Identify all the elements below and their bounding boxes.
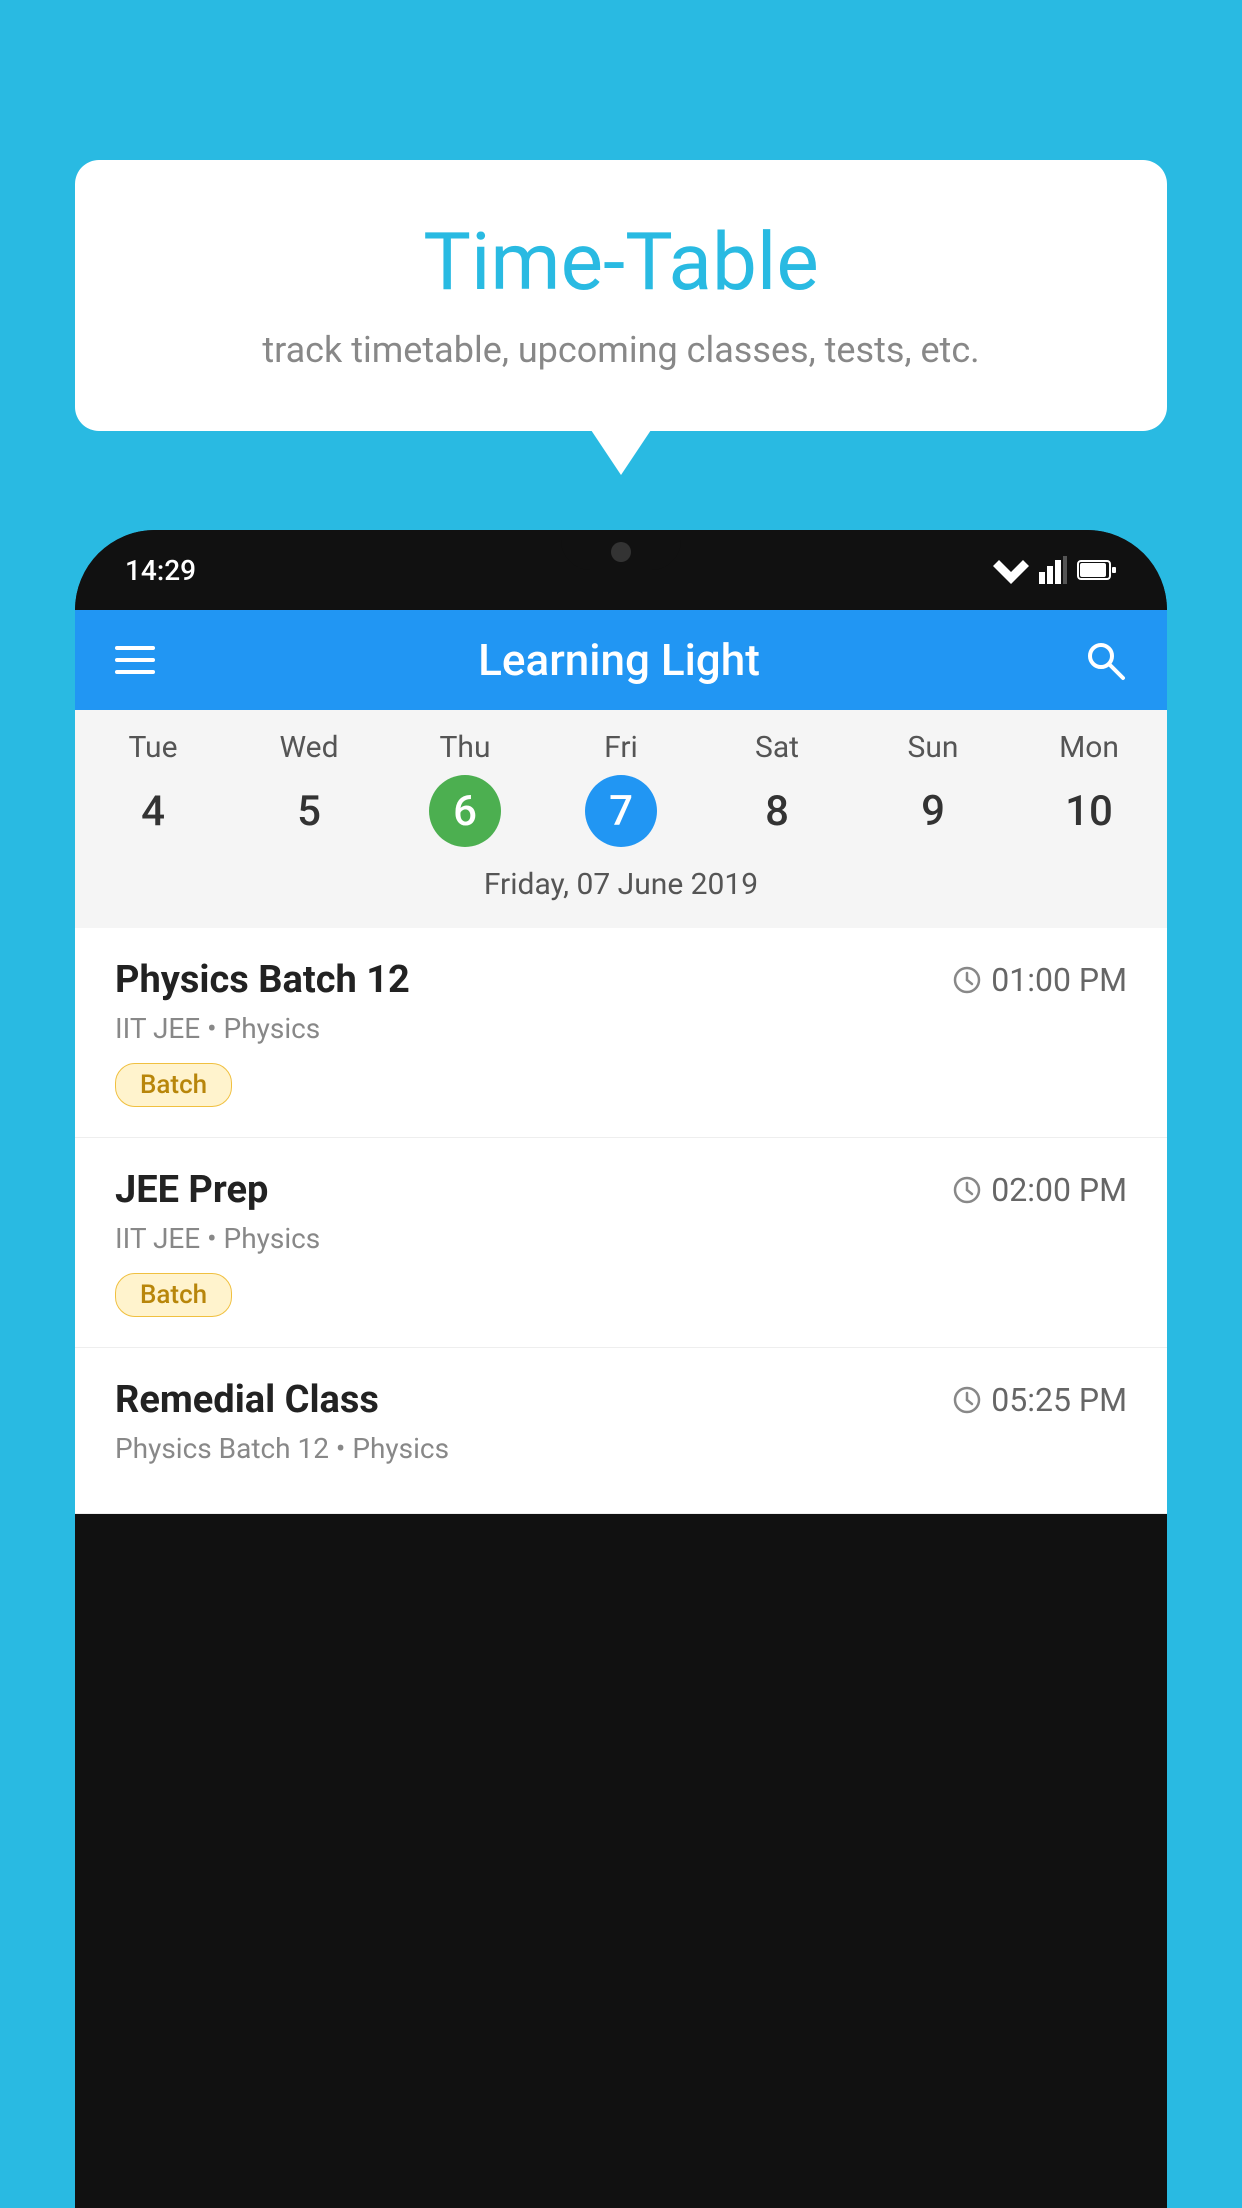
- day-header-tue: Tue: [75, 730, 231, 765]
- day-header-fri: Fri: [543, 730, 699, 765]
- day-header-thu: Thu: [387, 730, 543, 765]
- schedule-item-1-title: Physics Batch 12: [115, 958, 410, 1002]
- calendar-strip: Tue Wed Thu Fri Sat Sun Mon 4 5 6 7 8 9 …: [75, 710, 1167, 928]
- page-title: Time-Table: [135, 215, 1107, 309]
- day-header-wed: Wed: [231, 730, 387, 765]
- schedule-item-1-subtitle: IIT JEE • Physics: [115, 1012, 1127, 1045]
- schedule-item-1-time: 01:00 PM: [953, 961, 1127, 999]
- schedule-item-2-title: JEE Prep: [115, 1168, 268, 1212]
- schedule-item-3-header: Remedial Class 05:25 PM: [115, 1378, 1127, 1422]
- day-10[interactable]: 10: [1053, 775, 1125, 847]
- day-header-mon: Mon: [1011, 730, 1167, 765]
- schedule-item-3[interactable]: Remedial Class 05:25 PM Physics Batch 12…: [75, 1348, 1167, 1514]
- schedule-item-2-subtitle: IIT JEE • Physics: [115, 1222, 1127, 1255]
- schedule-item-3-time: 05:25 PM: [953, 1381, 1127, 1419]
- speech-bubble-card: Time-Table track timetable, upcoming cla…: [75, 160, 1167, 431]
- wifi-icon: [993, 556, 1029, 584]
- schedule-item-2-tag: Batch: [115, 1273, 232, 1317]
- page-subtitle: track timetable, upcoming classes, tests…: [135, 329, 1107, 371]
- selected-date-label: Friday, 07 June 2019: [75, 859, 1167, 918]
- clock-icon-1: [953, 966, 981, 994]
- schedule-item-3-time-text: 05:25 PM: [991, 1381, 1127, 1419]
- day-headers: Tue Wed Thu Fri Sat Sun Mon: [75, 730, 1167, 765]
- schedule-list: Physics Batch 12 01:00 PM IIT JEE • Phys…: [75, 928, 1167, 1514]
- schedule-item-1[interactable]: Physics Batch 12 01:00 PM IIT JEE • Phys…: [75, 928, 1167, 1138]
- schedule-item-1-header: Physics Batch 12 01:00 PM: [115, 958, 1127, 1002]
- schedule-item-2-time-text: 02:00 PM: [991, 1171, 1127, 1209]
- phone-notch: [561, 530, 681, 570]
- day-header-sat: Sat: [699, 730, 855, 765]
- day-6-today[interactable]: 6: [429, 775, 501, 847]
- day-8[interactable]: 8: [741, 775, 813, 847]
- clock-icon-2: [953, 1176, 981, 1204]
- signal-icon: [1039, 556, 1067, 584]
- day-5[interactable]: 5: [273, 775, 345, 847]
- phone-camera: [611, 542, 631, 562]
- day-9[interactable]: 9: [897, 775, 969, 847]
- battery-icon: [1077, 558, 1117, 582]
- clock-icon-3: [953, 1386, 981, 1414]
- schedule-item-2-time: 02:00 PM: [953, 1171, 1127, 1209]
- phone-status-bar: 14:29: [75, 530, 1167, 610]
- day-numbers: 4 5 6 7 8 9 10: [75, 775, 1167, 847]
- schedule-item-1-tag: Batch: [115, 1063, 232, 1107]
- app-title: Learning Light: [478, 634, 760, 686]
- phone-frame: 14:29: [75, 530, 1167, 2208]
- schedule-item-2[interactable]: JEE Prep 02:00 PM IIT JEE • Physics Batc…: [75, 1138, 1167, 1348]
- search-icon: [1083, 638, 1127, 682]
- menu-button[interactable]: [115, 646, 155, 674]
- schedule-item-3-subtitle: Physics Batch 12 • Physics: [115, 1432, 1127, 1465]
- day-4[interactable]: 4: [117, 775, 189, 847]
- schedule-item-1-time-text: 01:00 PM: [991, 961, 1127, 999]
- status-time: 14:29: [125, 554, 196, 587]
- day-header-sun: Sun: [855, 730, 1011, 765]
- schedule-item-3-title: Remedial Class: [115, 1378, 379, 1422]
- search-button[interactable]: [1083, 638, 1127, 682]
- schedule-item-2-header: JEE Prep 02:00 PM: [115, 1168, 1127, 1212]
- app-bar: Learning Light: [75, 610, 1167, 710]
- status-icons: [993, 556, 1117, 584]
- day-7-selected[interactable]: 7: [585, 775, 657, 847]
